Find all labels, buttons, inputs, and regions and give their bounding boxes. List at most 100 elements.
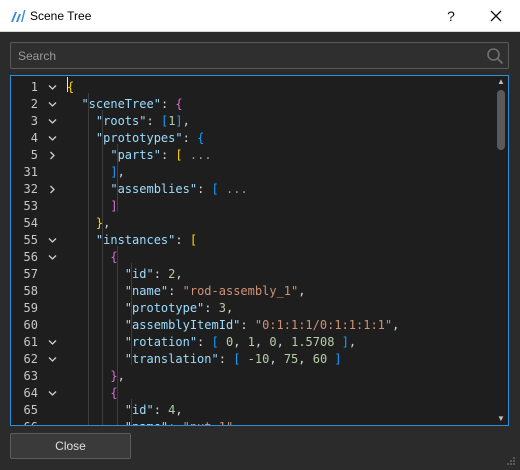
window-close-button[interactable] xyxy=(480,0,512,32)
line-number: 65 xyxy=(23,403,38,417)
line-number: 1 xyxy=(30,80,38,94)
scrollbar-thumb[interactable] xyxy=(497,90,505,150)
fold-expanded-chevron-icon[interactable] xyxy=(47,232,57,250)
code-line: "name": "rod-assembly_1", xyxy=(67,283,306,300)
line-number-row: 2 xyxy=(11,96,61,113)
code-line: "translation": [ -10, 75, 60 ] xyxy=(67,351,342,368)
json-punct xyxy=(67,216,96,230)
json-string: "nut_1" xyxy=(183,420,234,425)
fold-ellipsis: ... xyxy=(226,182,248,196)
json-key: "name" xyxy=(124,284,169,298)
fold-expanded-chevron-icon[interactable] xyxy=(47,130,57,148)
json-key: "prototype" xyxy=(124,301,205,315)
line-number-row: 66 xyxy=(11,419,61,425)
code-line: "assemblies": [ ... xyxy=(67,181,248,198)
json-punct xyxy=(240,335,247,349)
json-punct xyxy=(67,233,96,247)
line-number: 60 xyxy=(23,318,38,332)
json-punct xyxy=(67,182,110,196)
json-bracket: { xyxy=(67,80,75,94)
line-number-row: 1 xyxy=(11,79,61,96)
code-line: "id": 4, xyxy=(67,402,183,419)
scroll-down-arrow-icon[interactable]: ▼ xyxy=(494,413,508,425)
json-bracket: ] xyxy=(175,114,183,128)
json-bracket: [ xyxy=(175,148,183,162)
line-number-row: 57 xyxy=(11,266,61,283)
line-number-row: 31 xyxy=(11,164,61,181)
json-bracket: { xyxy=(110,386,118,400)
close-icon xyxy=(490,10,502,22)
line-number-row: 60 xyxy=(11,317,61,334)
json-punct: , xyxy=(348,335,357,349)
code-line: "prototype": 3, xyxy=(67,300,233,317)
json-punct: : xyxy=(153,403,161,417)
json-bracket: { xyxy=(175,97,183,111)
close-button[interactable]: Close xyxy=(10,433,131,459)
json-number: -10 xyxy=(247,352,270,366)
json-number: 1 xyxy=(247,335,255,349)
line-number: 63 xyxy=(23,369,38,383)
line-number: 61 xyxy=(23,335,38,349)
json-bracket: { xyxy=(110,250,118,264)
json-punct xyxy=(67,250,110,264)
scroll-up-arrow-icon[interactable]: ▲ xyxy=(494,76,508,88)
json-bracket: ] xyxy=(110,165,118,179)
json-punct xyxy=(219,182,226,196)
line-number-row: 56 xyxy=(11,249,61,266)
json-number: 3 xyxy=(218,301,226,315)
json-punct: : xyxy=(153,267,161,281)
json-punct: , xyxy=(225,301,234,315)
fold-expanded-chevron-icon[interactable] xyxy=(47,334,57,352)
help-button[interactable]: ? xyxy=(440,0,462,32)
vertical-scrollbar[interactable]: ▲ ▼ xyxy=(494,76,508,425)
json-punct xyxy=(67,369,110,383)
line-number-row: 61 xyxy=(11,334,61,351)
fold-collapsed-chevron-icon[interactable] xyxy=(47,147,57,165)
json-punct: , xyxy=(298,352,306,366)
search-box xyxy=(10,42,509,69)
line-number-row: 64 xyxy=(11,385,61,402)
json-key: "sceneTree" xyxy=(81,97,161,111)
json-punct: : xyxy=(240,318,248,332)
fold-expanded-chevron-icon[interactable] xyxy=(47,249,57,267)
json-punct xyxy=(67,114,96,128)
json-punct xyxy=(284,335,291,349)
json-punct xyxy=(212,301,219,315)
search-input[interactable] xyxy=(11,43,481,68)
resize-grip-icon[interactable] xyxy=(506,456,516,466)
json-punct: , xyxy=(103,216,111,230)
line-number: 3 xyxy=(30,114,38,128)
fold-expanded-chevron-icon[interactable] xyxy=(47,79,57,97)
code-area[interactable]: { "sceneTree": { "roots": [1], "prototyp… xyxy=(67,76,492,425)
json-punct: , xyxy=(117,369,125,383)
json-punct xyxy=(248,318,255,332)
code-line: "assemblyItemId": "0:1:1:1/0:1:1:1:1", xyxy=(67,317,400,334)
code-line: }, xyxy=(67,368,125,385)
json-punct: , xyxy=(233,420,240,425)
json-bracket: } xyxy=(110,369,118,383)
line-number: 58 xyxy=(23,284,38,298)
json-key: "id" xyxy=(124,403,154,417)
search-icon[interactable] xyxy=(486,47,504,65)
line-number: 31 xyxy=(23,165,38,179)
json-punct: , xyxy=(117,165,125,179)
code-line: "name": "nut_1", xyxy=(67,419,241,425)
json-key: "prototypes" xyxy=(95,131,183,145)
json-punct: , xyxy=(182,114,190,128)
fold-expanded-chevron-icon[interactable] xyxy=(47,351,57,369)
code-line: "prototypes": { xyxy=(67,130,204,147)
json-editor[interactable]: 1234531325354555657585960616263646566 { … xyxy=(10,75,509,426)
json-bracket: [ xyxy=(211,335,219,349)
line-number: 59 xyxy=(23,301,38,315)
line-number-row: 65 xyxy=(11,402,61,419)
fold-expanded-chevron-icon[interactable] xyxy=(47,113,57,131)
json-bracket: { xyxy=(197,131,205,145)
line-number: 55 xyxy=(23,233,38,247)
fold-expanded-chevron-icon[interactable] xyxy=(47,96,57,114)
line-number: 2 xyxy=(30,97,38,111)
line-number-row: 5 xyxy=(11,147,61,164)
line-number: 57 xyxy=(23,267,38,281)
json-string: "rod-assembly_1" xyxy=(182,284,299,298)
fold-expanded-chevron-icon[interactable] xyxy=(47,385,57,403)
fold-collapsed-chevron-icon[interactable] xyxy=(47,181,57,199)
